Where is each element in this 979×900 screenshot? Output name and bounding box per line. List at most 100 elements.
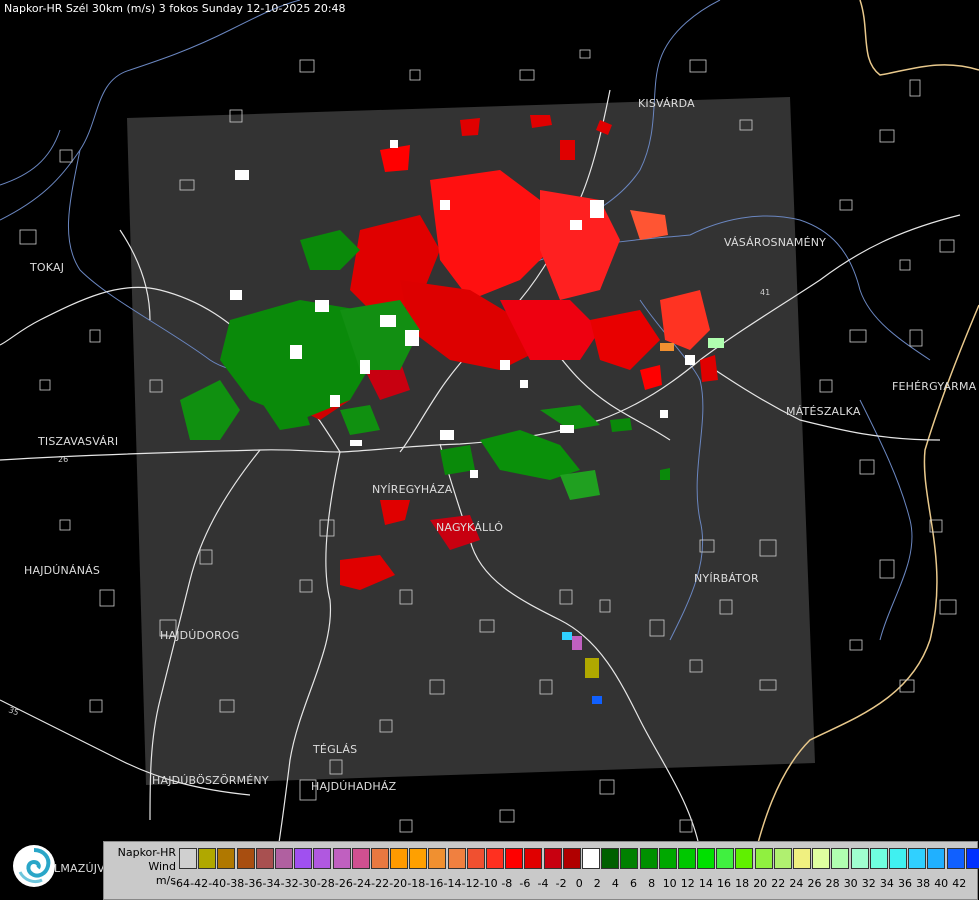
- legend-swatch: [524, 848, 543, 869]
- legend-tick-label: 20: [753, 877, 768, 890]
- legend-tick-label: -28: [316, 877, 335, 890]
- legend-tick-label: 8: [648, 877, 656, 890]
- legend-tick-label: -64: [172, 877, 190, 890]
- legend-tick-label: -32: [280, 877, 299, 890]
- legend-tick-label: -16: [425, 877, 444, 890]
- city-label-hajduboszormeny: HAJDÚBÖSZÖRMÉNY: [152, 774, 269, 787]
- legend-tick-label: -14: [443, 877, 462, 890]
- color-legend: Napkor-HR Wind m/s -64 -42 -40 -38 -36 -34 -32…: [103, 841, 979, 900]
- legend-swatches: [179, 848, 979, 869]
- legend-swatch: [390, 848, 409, 869]
- legend-swatch: [677, 848, 696, 869]
- legend-tick-label: -40: [208, 877, 227, 890]
- legend-tick-label: -34: [262, 877, 281, 890]
- legend-tick-label: 16: [717, 877, 731, 890]
- legend-tick-label: -8: [501, 877, 513, 890]
- legend-tick-label: 4: [611, 877, 619, 890]
- city-label-teglas: TÉGLÁS: [313, 743, 358, 756]
- city-label-hajduhadhaz: HAJDÚHADHÁZ: [311, 780, 397, 793]
- city-label-fehergyarmat: FEHÉRGYARMA: [892, 380, 977, 393]
- map-title: Napkor-HR Szél 30km (m/s) 3 fokos Sunday…: [4, 2, 346, 15]
- legend-tick-label: -26: [334, 877, 353, 890]
- legend-swatch: [447, 848, 466, 869]
- legend-tick-label: -22: [371, 877, 390, 890]
- legend-swatch: [697, 848, 716, 869]
- legend-tick-label: -18: [407, 877, 426, 890]
- legend-swatch: [562, 848, 581, 869]
- legend-tick-label: 14: [698, 877, 713, 890]
- legend-tick-label: 6: [630, 877, 637, 890]
- legend-tick-label: 24: [789, 877, 804, 890]
- legend-tick-label: 36: [898, 877, 912, 890]
- legend-tick-label: -12: [461, 877, 480, 890]
- city-label-hajdunanas: HAJDÚNÁNÁS: [24, 564, 101, 577]
- legend-tick-label: 34: [879, 877, 894, 890]
- legend-swatch: [658, 848, 677, 869]
- legend-tick-label: 2: [593, 877, 601, 890]
- legend-tick-label: 38: [916, 877, 931, 890]
- legend-swatch: [965, 848, 979, 869]
- legend-swatch: [198, 848, 217, 869]
- legend-tick-label: 30: [843, 877, 858, 890]
- legend-tick-label: 0: [575, 877, 583, 890]
- legend-tick-label: -4: [537, 877, 549, 890]
- legend-swatch: [735, 848, 754, 869]
- legend-swatch: [946, 848, 965, 869]
- city-label-hajdudorog: HAJDÚDOROG: [160, 629, 240, 642]
- legend-tick-label: -20: [389, 877, 408, 890]
- legend-tick-label: 28: [825, 877, 840, 890]
- legend-swatch: [255, 848, 274, 869]
- legend-swatch: [601, 848, 620, 869]
- legend-tick-label: 40: [934, 877, 949, 890]
- legend-tick-label: 18: [735, 877, 750, 890]
- legend-tick-label: 22: [771, 877, 786, 890]
- legend-tick-label: 26: [807, 877, 822, 890]
- legend-swatch: [217, 848, 236, 869]
- legend-swatch: [869, 848, 888, 869]
- legend-swatch: [332, 848, 351, 869]
- road-number-35: 35: [7, 705, 20, 717]
- legend-swatch: [812, 848, 831, 869]
- legend-tick-label: 42: [952, 877, 967, 890]
- legend-tick-label: -42: [190, 877, 209, 890]
- road-number-26: 26: [58, 455, 68, 464]
- legend-swatch: [908, 848, 927, 869]
- city-label-nyiregyhaza: NYÍREGYHÁZA: [372, 483, 453, 496]
- legend-swatch: [716, 848, 735, 869]
- city-label-nyirbator: NYÍRBÁTOR: [694, 572, 759, 585]
- legend-swatch: [370, 848, 389, 869]
- legend-swatch: [428, 848, 447, 869]
- legend-swatch: [274, 848, 293, 869]
- legend-tick-label: 12: [680, 877, 695, 890]
- legend-title: Napkor-HR Wind m/s: [104, 846, 176, 888]
- legend-tick-label: -24: [353, 877, 371, 890]
- city-label-nagykallo: NAGYKÁLLÓ: [436, 521, 504, 534]
- legend-swatch: [850, 848, 869, 869]
- legend-swatch: [773, 848, 792, 869]
- legend-tick-label: 10: [662, 877, 677, 890]
- city-label-mateszalka: MÁTÉSZALKA: [786, 405, 861, 418]
- legend-tick-label: -30: [298, 877, 317, 890]
- legend-swatch: [351, 848, 370, 869]
- legend-swatch: [793, 848, 811, 869]
- city-label-tokaj: TOKAJ: [30, 261, 65, 274]
- legend-title-line: m/s: [155, 874, 176, 887]
- legend-swatch: [313, 848, 332, 869]
- legend-ticks: -64 -42 -40 -38 -36 -34 -32 -30 -28 -26 -24 -22 -20-…: [172, 877, 976, 891]
- legend-title-line: Wind: [148, 860, 176, 873]
- legend-swatch: [888, 848, 907, 869]
- radar-map: 26 35 41: [0, 0, 979, 900]
- legend-swatch: [754, 848, 773, 869]
- legend-swatch: [466, 848, 485, 869]
- legend-swatch: [236, 848, 255, 869]
- legend-swatch: [927, 848, 946, 869]
- legend-tick-label: -36: [244, 877, 263, 890]
- legend-title-line: Napkor-HR: [117, 846, 176, 859]
- legend-tick-label: -10: [479, 877, 498, 890]
- legend-swatch: [294, 848, 313, 869]
- legend-tick-label: 32: [861, 877, 876, 890]
- city-label-vasarosnameny: VÁSÁROSNAMÉNY: [724, 236, 827, 249]
- legend-tick-label: -6: [519, 877, 531, 890]
- legend-tick-label: -2: [555, 877, 567, 890]
- city-label-kisvarda: KISVÁRDA: [638, 97, 695, 110]
